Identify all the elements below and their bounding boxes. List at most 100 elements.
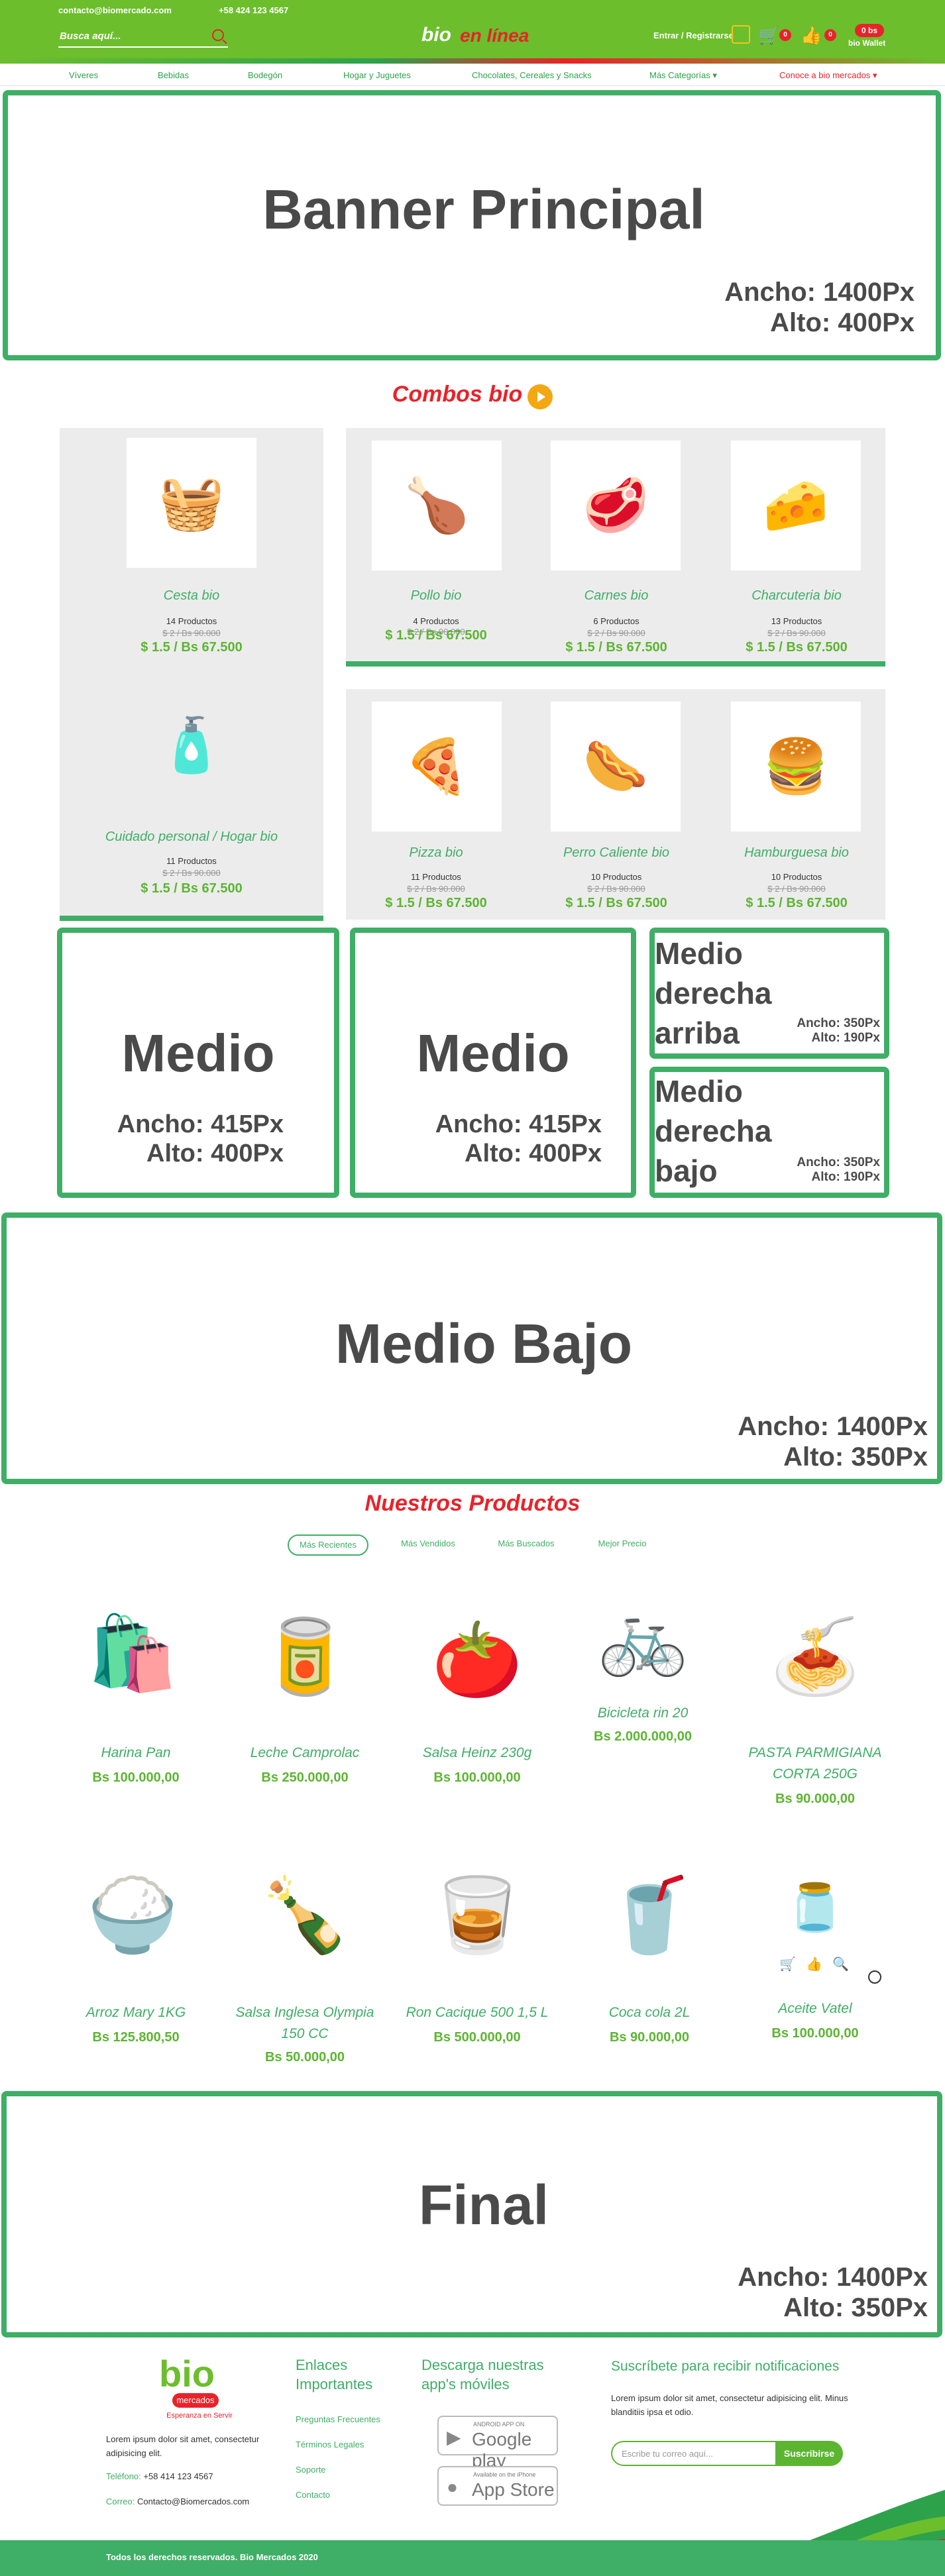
play-icon[interactable]: [528, 384, 553, 409]
footer-phone-value[interactable]: +58 414 123 4567: [143, 2471, 213, 2481]
flour-bag-icon[interactable]: 🛍️: [80, 1577, 186, 1729]
header-phone[interactable]: +58 424 123 4567: [219, 5, 288, 15]
newsletter-text: Lorem ipsum dolor sit amet, consectetur …: [611, 2393, 848, 2417]
menu-item-bodegon[interactable]: Bodegón: [248, 70, 282, 80]
category-menu: Víveres Bebidas Bodegón Hogar y Juguetes…: [0, 64, 945, 86]
product-name[interactable]: PASTA PARMIGIANA CORTA 250G: [729, 1743, 901, 1784]
search-bar[interactable]: Busca aquí...: [58, 25, 228, 48]
oil-bottle-icon[interactable]: 🫙: [782, 1855, 848, 1961]
bio-mercados-logo[interactable]: bio mercados Esperanza en Servir: [156, 2352, 236, 2425]
combo-name: Cuidado personal / Hogar bio: [105, 830, 278, 844]
bio-wallet[interactable]: 0 bs bio Wallet: [848, 24, 888, 50]
add-to-cart-icon[interactable]: 🛒: [779, 1956, 796, 1972]
subscribe-button[interactable]: Suscribirse: [775, 2441, 843, 2466]
footer-heading-line: Descarga nuestras: [421, 2357, 544, 2373]
footer-link-terms[interactable]: Términos Legales: [296, 2440, 364, 2449]
chicken-icon: 🍗: [371, 440, 502, 571]
menu-item-hogar[interactable]: Hogar y Juguetes: [343, 70, 411, 80]
combo-count: 10 Productos: [590, 872, 642, 882]
footer-heading-line: Importantes: [296, 2375, 373, 2392]
tab-mas-recientes[interactable]: Más Recientes: [288, 1534, 368, 1556]
hotdog-icon: 🌭: [550, 701, 681, 832]
banner-medio-bajo-height: Alto: 350Px: [783, 1442, 928, 1472]
wallet-label: bio Wallet: [848, 38, 886, 48]
combo-name: Cesta bio: [163, 588, 220, 603]
cart-icon[interactable]: 🛒: [758, 25, 779, 46]
app-store-button[interactable]: ● Available on the iPhone App Store: [437, 2466, 558, 2506]
menu-item-conoce[interactable]: Conoce a bio mercados ▾: [779, 70, 877, 81]
product-name[interactable]: Aceite Vatel: [736, 1998, 895, 2019]
product-name[interactable]: Coca cola 2L: [563, 2002, 736, 2023]
product-name-line: PASTA PARMIGIANA: [748, 1745, 882, 1760]
banner-medio-right-bottom-height: Alto: 190Px: [811, 1169, 880, 1184]
login-icon[interactable]: [732, 25, 750, 44]
newsletter-email-input[interactable]: Escribe tu correo aquí...: [611, 2441, 775, 2466]
scroll-indicator-icon[interactable]: [868, 1970, 881, 1984]
apple-icon: ●: [447, 2477, 458, 2497]
product-name[interactable]: Leche Camprolac: [225, 1743, 384, 1764]
meat-icon: 🥩: [550, 440, 681, 571]
footer-link-faq[interactable]: Preguntas Frecuentes: [296, 2414, 380, 2424]
banner-medio-left-width: Ancho: 415Px: [117, 1110, 284, 1138]
top-header: contacto@biomercado.com +58 424 123 4567…: [0, 0, 945, 64]
combo-name: Carnes bio: [584, 588, 649, 603]
tab-mas-buscados[interactable]: Más Buscados: [486, 1534, 566, 1556]
product-name[interactable]: Salsa Inglesa Olympia 150 CC: [219, 2002, 391, 2044]
add-to-favorites-icon[interactable]: 👍: [806, 1956, 822, 1972]
newsletter-title: Suscríbete para recibir notificaciones: [611, 2359, 840, 2374]
rum-bottle-icon[interactable]: 🥃: [424, 1842, 530, 1988]
product-name[interactable]: Arroz Mary 1KG: [53, 2002, 219, 2023]
burger-icon: 🍔: [730, 701, 862, 832]
banner-title-line: arriba: [655, 1015, 740, 1050]
menu-item-mas-categorias[interactable]: Más Categorías ▾: [649, 70, 717, 81]
product-price: Bs 90.000,00: [609, 2030, 690, 2045]
combo-count: 4 Productos: [413, 616, 459, 626]
tab-mas-vendidos[interactable]: Más Vendidos: [388, 1534, 468, 1556]
milk-can-icon[interactable]: 🥫: [239, 1583, 371, 1729]
banner-medio-center-width: Ancho: 415Px: [435, 1110, 602, 1138]
search-input[interactable]: Busca aquí...: [60, 30, 121, 42]
product-price: Bs 100.000,00: [771, 2026, 859, 2041]
combo-old-price: $ 2 / Bs 90.000: [162, 628, 221, 638]
google-play-button[interactable]: ▶ ANDROID APP ON Google play: [437, 2416, 558, 2471]
favorites-icon[interactable]: 👍: [801, 25, 822, 46]
menu-item-bebidas[interactable]: Bebidas: [158, 70, 189, 80]
combo-name: Pollo bio: [410, 588, 462, 603]
bio-en-linea-logo[interactable]: bio en línea: [419, 23, 538, 49]
footer-link-support[interactable]: Soporte: [296, 2465, 326, 2475]
banner-principal-dims: Ancho: 1400Px Alto: 400Px: [636, 277, 915, 338]
footer-phone-label: Teléfono:: [106, 2471, 141, 2481]
banner-medio-left-dims: Ancho: 415Px Alto: 400Px: [66, 1110, 284, 1168]
combo-price: $ 1.5 / Bs 67.500: [746, 640, 848, 655]
quick-view-icon[interactable]: 🔍: [832, 1956, 849, 1972]
banner-medio-left-title: Medio: [121, 1024, 275, 1083]
sauce-bottle-icon[interactable]: 🍾: [252, 1842, 358, 1988]
search-icon[interactable]: [212, 29, 224, 41]
footer-link-contact[interactable]: Contacto: [296, 2490, 330, 2500]
product-name[interactable]: Harina Pan: [60, 1743, 212, 1764]
bicycle-icon[interactable]: 🚲: [577, 1583, 709, 1690]
menu-item-chocolates[interactable]: Chocolates, Cereales y Snacks: [472, 70, 592, 80]
combo-old-price: $ 2 / Bs 90.000: [407, 884, 465, 894]
banner-medio-bajo-width: Ancho: 1400Px: [738, 1412, 928, 1441]
product-name[interactable]: Bicicleta rin 20: [563, 1703, 722, 1724]
menu-item-viveres[interactable]: Víveres: [69, 70, 98, 80]
product-name[interactable]: Ron Cacique 500 1,5 L: [391, 2002, 563, 2023]
copyright-text: Todos los derechos reservados. Bio Merca…: [106, 2552, 318, 2562]
footer-email-value[interactable]: Contacto@Biomercados.com: [137, 2496, 249, 2506]
combo-count: 11 Productos: [411, 872, 461, 882]
combo-price: $ 1.5 / Bs 67.500: [746, 896, 848, 910]
rice-bag-icon[interactable]: 🍚: [80, 1842, 186, 1988]
combo-count: 13 Productos: [771, 616, 822, 626]
pasta-bag-icon[interactable]: 🍝: [755, 1583, 875, 1729]
footer-logo-tagline: Esperanza en Servir: [166, 2412, 233, 2420]
tab-mejor-precio[interactable]: Mejor Precio: [582, 1534, 663, 1556]
login-link[interactable]: Entrar / Registrarse: [653, 30, 734, 40]
header-email[interactable]: contacto@biomercado.com: [58, 5, 172, 15]
banner-medio-right-bottom-width: Ancho: 350Px: [797, 1155, 880, 1169]
product-name[interactable]: Salsa Heinz 230g: [398, 1743, 557, 1764]
banner-medio-right-top-title: Medio derecha arriba: [655, 934, 771, 1053]
soda-bottle-icon[interactable]: 🥤: [596, 1842, 702, 1988]
ketchup-icon[interactable]: 🍅: [424, 1590, 530, 1729]
banner-final-title: Final: [418, 2174, 549, 2236]
